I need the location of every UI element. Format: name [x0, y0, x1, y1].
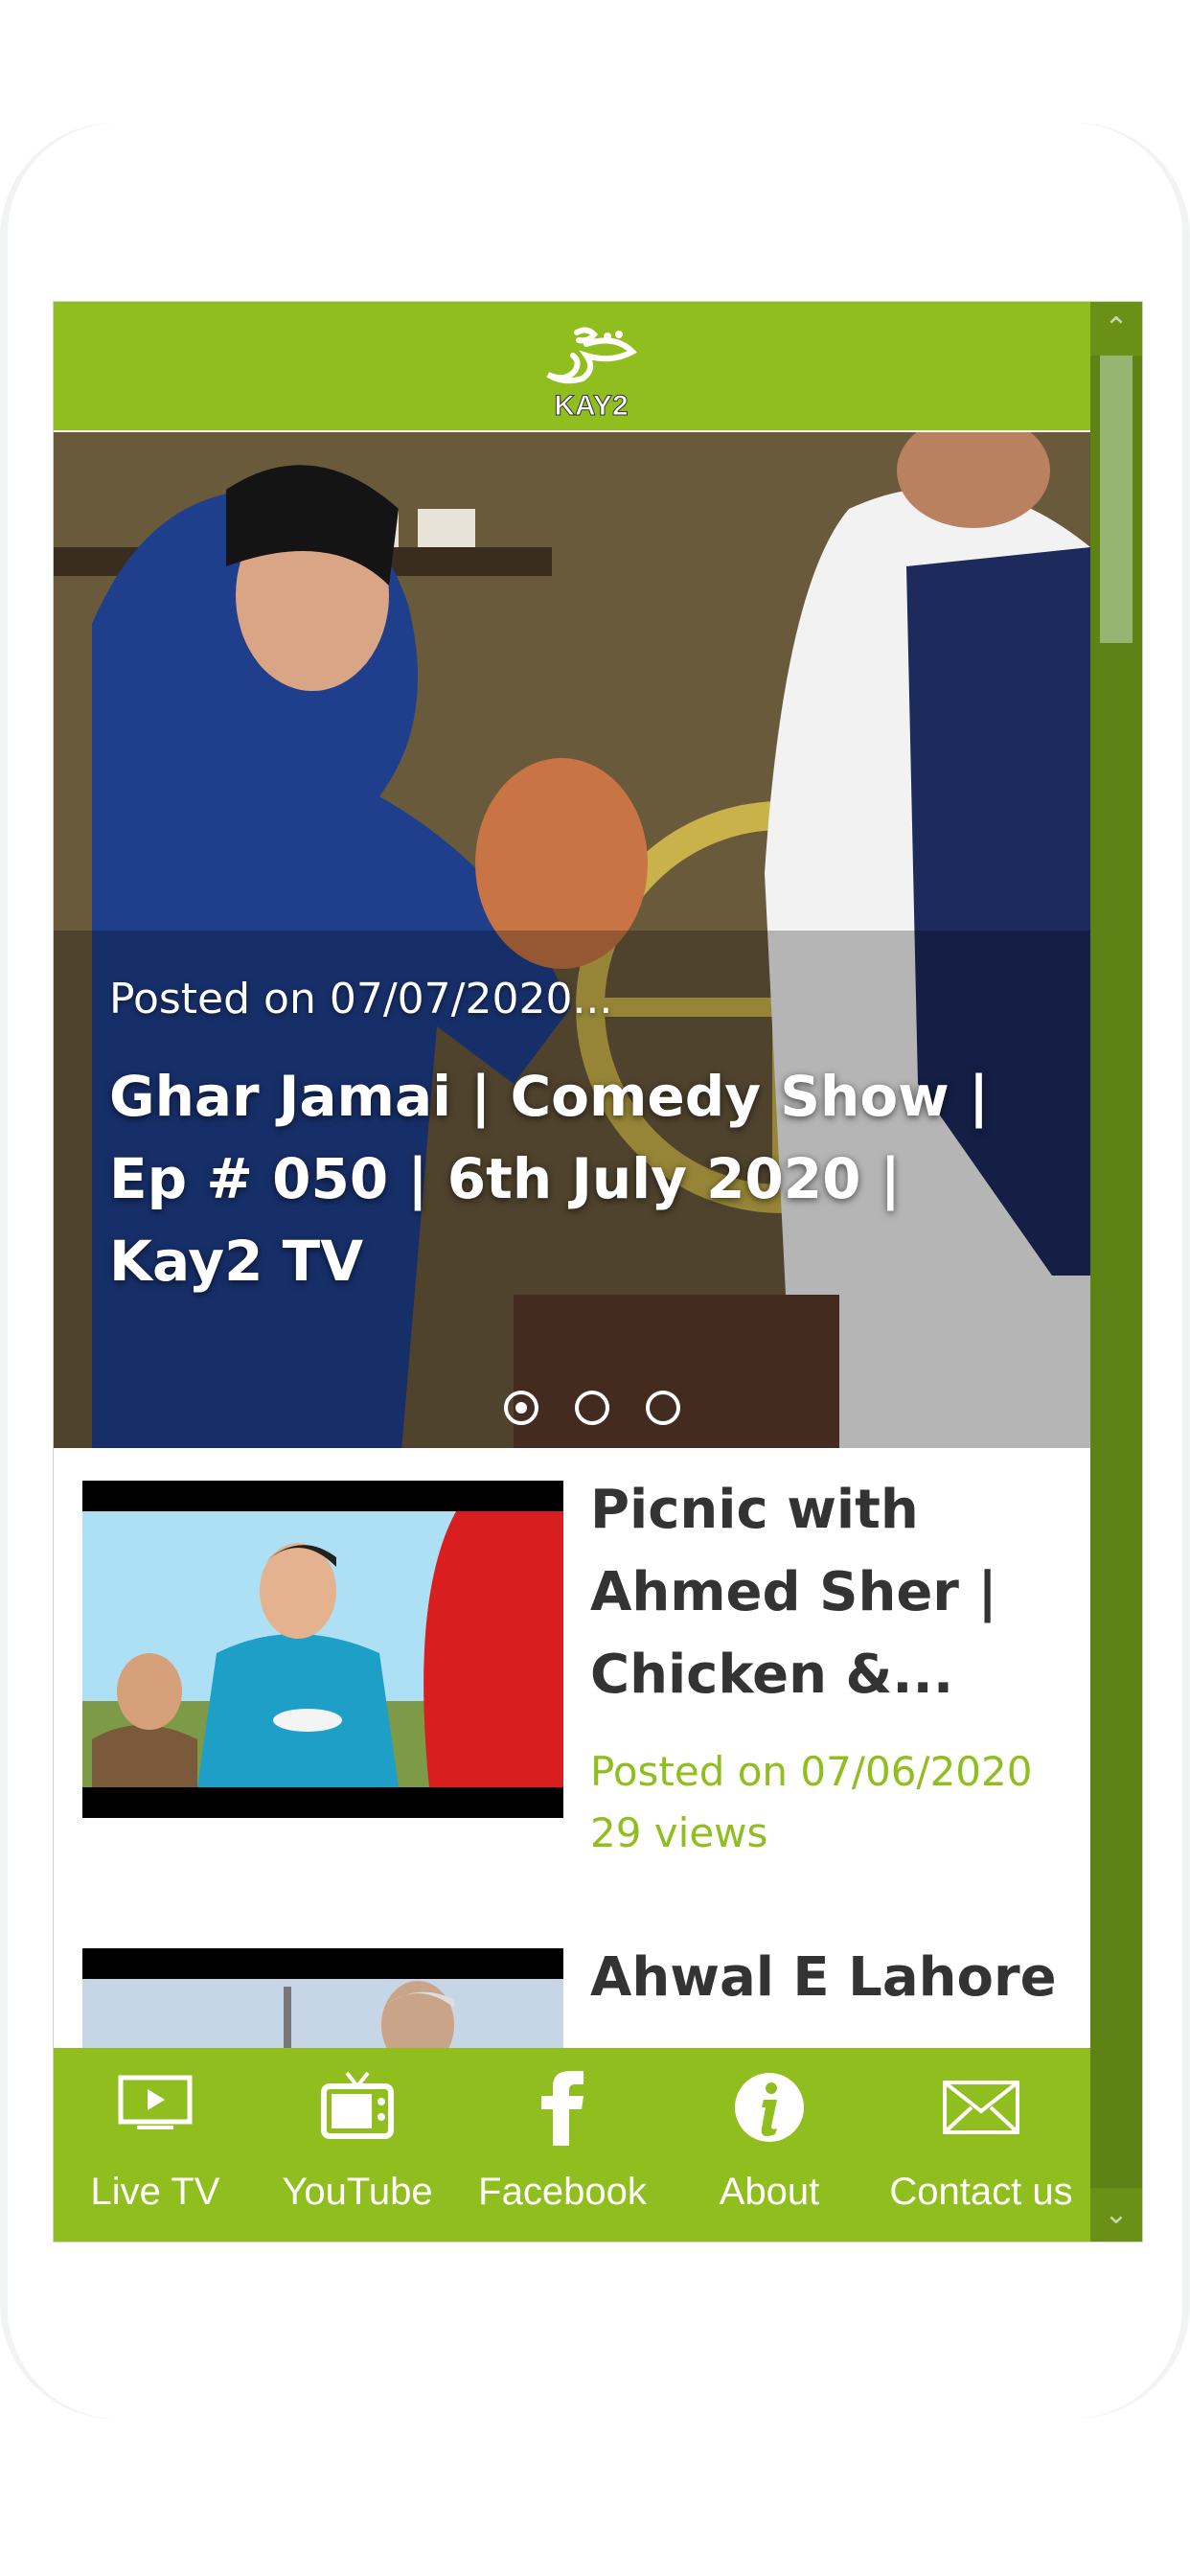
scrollbar-thumb[interactable]	[1100, 356, 1133, 643]
mail-icon	[943, 2081, 1019, 2134]
scrollbar[interactable]: ⌃ ⌄	[1090, 302, 1142, 2242]
thumbnail-image	[82, 1481, 563, 1818]
carousel-dot-1[interactable]	[504, 1391, 538, 1425]
nav-label: Facebook	[478, 2171, 647, 2213]
video-title[interactable]: Ahwal E Lahore	[590, 1937, 1069, 2019]
hero-carousel[interactable]: Posted on 07/07/2020... Ghar Jamai | Com…	[54, 432, 1090, 1448]
video-title[interactable]: Picnic with Ahmed Sher | Chicken &...	[590, 1469, 1069, 1716]
video-date: Posted on 07/06/2020	[590, 1748, 1033, 1795]
kay2-logo[interactable]: KAY2	[529, 315, 653, 421]
video-views: 29 views	[590, 1809, 768, 1856]
video-list-item[interactable]: Picnic with Ahmed Sher | Chicken &... Po…	[54, 1448, 1090, 1922]
app-content: KAY2 Posted on 07/07/2020... Ghar Jamai …	[54, 302, 1090, 2242]
nav-youtube[interactable]: YouTube	[257, 2048, 458, 2242]
nav-about[interactable]: About	[667, 2048, 872, 2242]
carousel-dot-3[interactable]	[646, 1391, 680, 1425]
video-thumbnail[interactable]	[82, 1481, 563, 1818]
carousel-indicators	[504, 1391, 680, 1433]
nav-facebook[interactable]: Facebook	[458, 2048, 667, 2242]
nav-contact[interactable]: Contact us	[872, 2048, 1090, 2242]
hero-title[interactable]: Ghar Jamai | Comedy Show | Ep # 050 | 6t…	[109, 1055, 1067, 1302]
scroll-down-icon[interactable]: ⌄	[1090, 2188, 1142, 2242]
bottom-navigation: Live TV YouTube Facebook About Contact u…	[54, 2048, 1090, 2242]
scroll-up-icon[interactable]: ⌃	[1090, 302, 1142, 356]
app-header: KAY2	[54, 302, 1090, 432]
nav-label: About	[719, 2171, 820, 2213]
tv-play-icon	[118, 2075, 193, 2129]
television-icon	[321, 2071, 394, 2139]
hero-date: Posted on 07/07/2020...	[109, 975, 613, 1024]
nav-label: Contact us	[889, 2171, 1073, 2213]
nav-label: Live TV	[90, 2171, 220, 2213]
facebook-icon	[541, 2071, 584, 2146]
nav-live-tv[interactable]: Live TV	[54, 2048, 257, 2242]
logo-text: KAY2	[554, 390, 628, 421]
nav-label: YouTube	[282, 2171, 433, 2213]
info-icon	[735, 2073, 804, 2142]
app-window: KAY2 Posted on 07/07/2020... Ghar Jamai …	[53, 301, 1143, 2242]
carousel-dot-2[interactable]	[575, 1391, 609, 1425]
